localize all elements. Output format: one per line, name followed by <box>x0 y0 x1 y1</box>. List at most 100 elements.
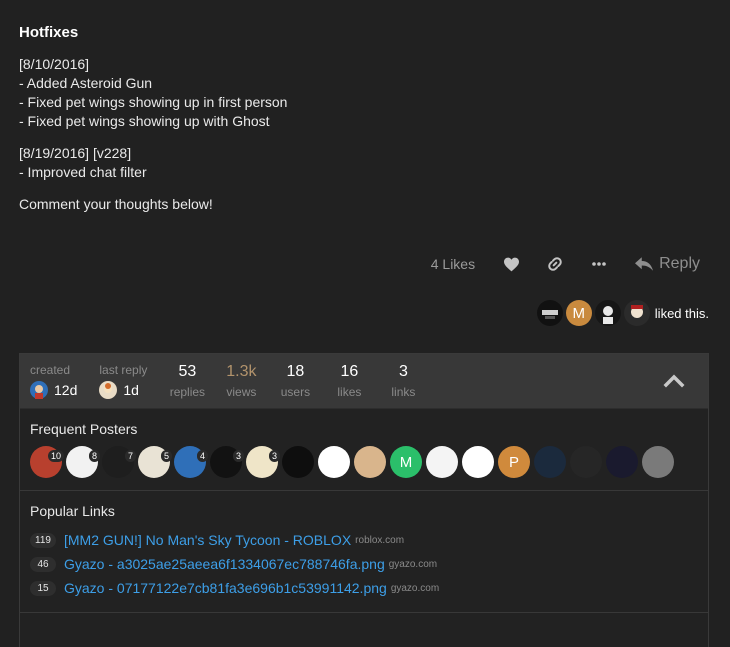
list-item: 119 [MM2 GUN!] No Man's Sky Tycoon - ROB… <box>30 528 698 552</box>
stat-value: 53 <box>178 363 197 380</box>
avatar <box>318 446 350 478</box>
poster-avatar[interactable]: 7 <box>102 446 136 478</box>
stat-label: likes <box>337 385 362 399</box>
liker-avatar[interactable] <box>623 300 650 326</box>
avatar <box>642 446 674 478</box>
stat-label: links <box>391 385 416 399</box>
post-line: - Added Asteroid Gun <box>19 75 153 91</box>
reply-label: Reply <box>659 255 700 272</box>
poster-avatar[interactable]: 4 <box>174 446 208 478</box>
link-click-count: 119 <box>30 532 56 548</box>
post-paragraph-1: [8/10/2016] - Added Asteroid Gun - Fixed… <box>19 55 709 131</box>
link-title[interactable]: Gyazo - a3025ae25aeea6f1334067ec788746fa… <box>64 556 385 572</box>
poster-avatar[interactable] <box>606 446 638 478</box>
last-reply-column: last reply 1d <box>99 354 147 399</box>
avatar <box>282 446 314 478</box>
post-count-badge: 7 <box>124 450 136 462</box>
post-line: [8/19/2016] [v228] <box>19 145 132 161</box>
poster-avatar[interactable]: 8 <box>66 446 100 478</box>
created-label: created <box>30 363 71 377</box>
poster-avatar[interactable] <box>318 446 350 478</box>
stat-value: 18 <box>286 363 305 380</box>
link-title[interactable]: Gyazo - 07177122e7cb81fa3e696b1c53991142… <box>64 580 387 596</box>
avatar <box>462 446 494 478</box>
poster-avatar[interactable]: 3 <box>210 446 244 478</box>
avatar: P <box>498 446 530 478</box>
topic-map: created 12d last reply 1d 53 replies 1.3… <box>19 353 709 647</box>
link-click-count: 46 <box>30 556 56 572</box>
popular-links-section: Popular Links 119 [MM2 GUN!] No Man's Sk… <box>20 491 708 613</box>
avatar <box>606 446 638 478</box>
popular-links-list: 119 [MM2 GUN!] No Man's Sky Tycoon - ROB… <box>30 528 698 600</box>
link-click-count: 15 <box>30 580 56 596</box>
poster-avatar[interactable]: P <box>498 446 530 478</box>
poster-avatar[interactable]: 5 <box>138 446 172 478</box>
stat-label: replies <box>169 385 206 399</box>
post-body: Hotfixes [8/10/2016] - Added Asteroid Gu… <box>19 24 709 227</box>
poster-avatar[interactable] <box>570 446 602 478</box>
post-count-badge: 5 <box>160 450 172 462</box>
post-line: - Improved chat filter <box>19 164 147 180</box>
frequent-posters-list: 10 8 7 5 4 3 3 M P <box>30 446 698 478</box>
stat-users: 18 users <box>277 354 313 399</box>
more-icon[interactable] <box>589 254 609 274</box>
post-count-badge: 4 <box>196 450 208 462</box>
post-actions: 4 Likes Reply <box>431 254 700 274</box>
avatar <box>426 446 458 478</box>
link-domain: roblox.com <box>355 534 405 546</box>
poster-avatar[interactable]: M <box>390 446 422 478</box>
creator-avatar[interactable] <box>30 381 48 399</box>
poster-avatar[interactable] <box>426 446 458 478</box>
stat-value: 16 <box>340 363 359 380</box>
post-line: Comment your thoughts below! <box>19 196 213 212</box>
poster-avatar[interactable] <box>462 446 494 478</box>
stat-links: 3 links <box>385 354 421 399</box>
list-item: 46 Gyazo - a3025ae25aeea6f1334067ec78874… <box>30 552 698 576</box>
created-column: created 12d <box>30 354 77 399</box>
poster-avatar[interactable]: 3 <box>246 446 280 478</box>
stat-value: 3 <box>398 363 408 380</box>
post-line: [8/10/2016] <box>19 56 90 72</box>
poster-avatar[interactable] <box>642 446 674 478</box>
liker-avatar[interactable] <box>536 300 563 326</box>
chevron-up-icon[interactable] <box>662 370 686 392</box>
post-count-badge: 10 <box>47 450 64 462</box>
reply-button[interactable]: Reply <box>635 255 700 273</box>
frequent-posters-title: Frequent Posters <box>30 421 138 437</box>
avatar: M <box>390 446 422 478</box>
frequent-posters-section: Frequent Posters 10 8 7 5 4 3 3 M P <box>20 409 708 491</box>
avatar <box>570 446 602 478</box>
post-paragraph-3: Comment your thoughts below! <box>19 195 709 214</box>
liked-text: liked this. <box>654 305 709 321</box>
post-count-badge: 3 <box>268 450 280 462</box>
stat-likes: 16 likes <box>331 354 367 399</box>
liker-avatar[interactable] <box>594 300 621 326</box>
heart-icon[interactable] <box>501 254 521 274</box>
last-reply-value: 1d <box>123 382 139 398</box>
poster-avatar[interactable]: 10 <box>30 446 64 478</box>
stat-label: views <box>226 385 257 399</box>
liker-avatar[interactable]: M <box>565 300 592 326</box>
topic-map-header[interactable]: created 12d last reply 1d 53 replies 1.3… <box>20 354 708 409</box>
last-replier-avatar[interactable] <box>99 381 118 399</box>
likes-count[interactable]: 4 Likes <box>431 256 475 272</box>
avatar <box>534 446 566 478</box>
last-reply-label: last reply <box>99 363 148 377</box>
post-heading: Hotfixes <box>19 24 79 41</box>
post-count-badge: 3 <box>232 450 244 462</box>
post-line: - Fixed pet wings showing up with Ghost <box>19 113 270 129</box>
stat-views: 1.3k views <box>223 354 259 399</box>
post-paragraph-2: [8/19/2016] [v228] - Improved chat filte… <box>19 144 709 182</box>
link-domain: gyazo.com <box>390 582 440 594</box>
link-title[interactable]: [MM2 GUN!] No Man's Sky Tycoon - ROBLOX <box>64 532 351 548</box>
post-count-badge: 8 <box>88 450 100 462</box>
avatar <box>354 446 386 478</box>
stat-value: 1.3k <box>226 363 257 380</box>
poster-avatar[interactable] <box>354 446 386 478</box>
link-domain: gyazo.com <box>388 558 438 570</box>
liked-by-row: M liked this. <box>536 300 709 326</box>
poster-avatar[interactable] <box>282 446 314 478</box>
stat-replies: 53 replies <box>169 354 205 399</box>
link-icon[interactable] <box>545 254 565 274</box>
poster-avatar[interactable] <box>534 446 566 478</box>
